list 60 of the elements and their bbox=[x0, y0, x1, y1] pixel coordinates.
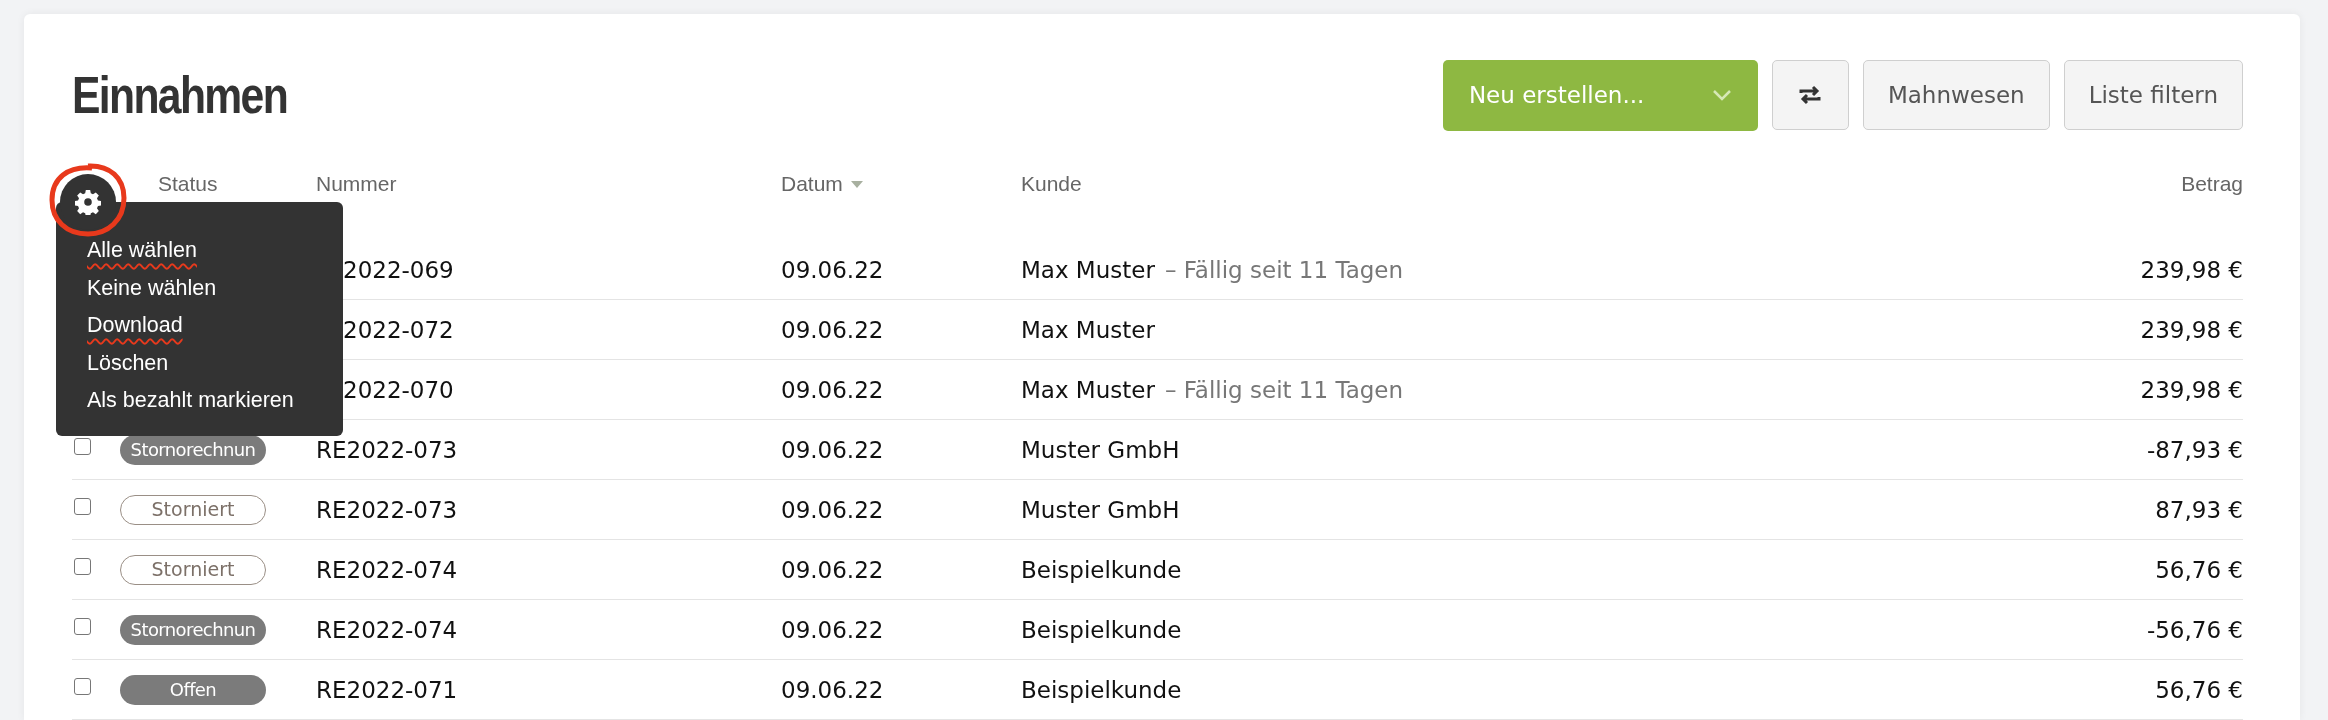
menu-item[interactable]: Alle wählen bbox=[87, 232, 197, 270]
invoice-number: 2022-069 bbox=[343, 256, 454, 283]
customer-name: Beispielkunde bbox=[1021, 616, 1182, 643]
customer-name: Max Muster bbox=[1021, 256, 1155, 283]
invoice-date: 09.06.22 bbox=[781, 436, 884, 463]
invoice-date: 09.06.22 bbox=[781, 556, 884, 583]
column-header[interactable]: Nummer bbox=[316, 172, 397, 196]
menu-item[interactable]: Löschen bbox=[87, 344, 169, 382]
toolbar-button[interactable]: Mahnwesen bbox=[1862, 60, 2050, 130]
amount: 56,76 € bbox=[2155, 676, 2243, 703]
invoice-number: RE2022-074 bbox=[316, 616, 458, 643]
column-header[interactable]: Kunde bbox=[1021, 172, 1082, 196]
menu-item[interactable]: Download bbox=[87, 307, 183, 345]
invoice-date: 09.06.22 bbox=[781, 256, 884, 283]
swap-button[interactable] bbox=[1771, 60, 1849, 130]
invoice-date: 09.06.22 bbox=[781, 376, 884, 403]
customer-name: Max Muster bbox=[1021, 316, 1155, 343]
column-header[interactable]: Status bbox=[158, 172, 218, 196]
row-checkbox[interactable] bbox=[74, 437, 91, 455]
due-note: – Fällig seit 11 Tagen bbox=[1164, 376, 1404, 403]
row-checkbox[interactable] bbox=[74, 617, 91, 635]
invoice-number: RE2022-071 bbox=[316, 676, 458, 703]
amount: 87,93 € bbox=[2155, 496, 2243, 523]
status-badge: Stornorechnun bbox=[120, 434, 266, 465]
invoice-number: RE2022-073 bbox=[316, 496, 458, 523]
page-title: Einnahmen bbox=[72, 65, 288, 125]
menu-item[interactable]: Als bezahlt markieren bbox=[87, 382, 294, 420]
toolbar-button[interactable]: Liste filtern bbox=[2063, 60, 2243, 130]
due-note: – Fällig seit 11 Tagen bbox=[1164, 256, 1404, 283]
settings-icon bbox=[75, 189, 101, 215]
customer-name: Beispielkunde bbox=[1021, 556, 1182, 583]
invoice-date: 09.06.22 bbox=[781, 616, 884, 643]
customer-name: Max Muster bbox=[1021, 376, 1155, 403]
status-badge: Stornorechnun bbox=[120, 614, 266, 645]
row-checkbox[interactable] bbox=[74, 557, 91, 575]
customer-name: Beispielkunde bbox=[1021, 676, 1182, 703]
invoice-date: 09.06.22 bbox=[781, 316, 884, 343]
row-checkbox[interactable] bbox=[74, 677, 91, 695]
status-badge: Offen bbox=[120, 674, 266, 705]
amount: 239,98 € bbox=[2140, 256, 2243, 283]
customer-name: Muster GmbH bbox=[1021, 436, 1180, 463]
invoice-number: RE2022-074 bbox=[316, 556, 458, 583]
invoice-number: 2022-070 bbox=[343, 376, 454, 403]
swap-icon bbox=[1798, 85, 1823, 105]
invoice-date: 09.06.22 bbox=[781, 496, 884, 523]
amount: -87,93 € bbox=[2146, 436, 2243, 463]
row-checkbox[interactable] bbox=[74, 497, 91, 515]
amount: -56,76 € bbox=[2146, 616, 2243, 643]
sort-caret-icon bbox=[850, 180, 863, 188]
amount: 239,98 € bbox=[2140, 316, 2243, 343]
invoice-date: 09.06.22 bbox=[781, 676, 884, 703]
invoice-number: 2022-072 bbox=[343, 316, 454, 343]
amount: 56,76 € bbox=[2155, 556, 2243, 583]
customer-name: Muster GmbH bbox=[1021, 496, 1180, 523]
menu-item[interactable]: Keine wählen bbox=[87, 269, 217, 307]
amount: 239,98 € bbox=[2140, 376, 2243, 403]
column-header[interactable]: Betrag bbox=[2181, 172, 2243, 196]
column-header[interactable]: Datum bbox=[781, 172, 863, 196]
chevron-down-icon bbox=[1711, 89, 1732, 101]
invoice-number: RE2022-073 bbox=[316, 436, 458, 463]
